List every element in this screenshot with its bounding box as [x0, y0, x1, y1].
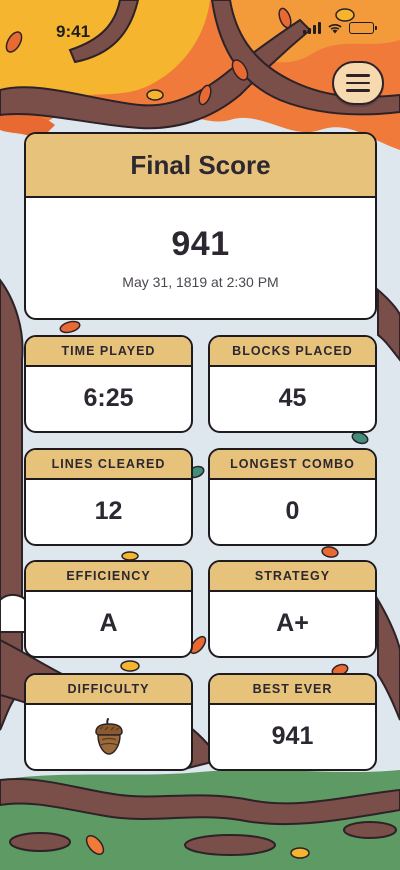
stat-value: 0: [285, 497, 300, 525]
stat-label: EFFICIENCY: [26, 562, 191, 592]
final-score-title: Final Score: [26, 134, 375, 198]
final-score-date: May 31, 1819 at 2:30 PM: [122, 274, 279, 290]
stat-label: BEST EVER: [210, 675, 375, 705]
status-bar: 9:41: [0, 0, 400, 64]
stat-label: LONGEST COMBO: [210, 450, 375, 480]
stat-card-best-ever: BEST EVER 941: [208, 673, 377, 771]
stat-value: A+: [276, 609, 309, 637]
final-score-body: 941 May 31, 1819 at 2:30 PM: [26, 198, 375, 317]
final-score-value: 941: [171, 225, 230, 263]
wifi-icon: [328, 24, 342, 34]
stat-card-difficulty: DIFFICULTY: [24, 673, 193, 771]
final-score-card: Final Score 941 May 31, 1819 at 2:30 PM: [24, 132, 377, 320]
status-icons: [303, 22, 377, 34]
stat-value: 12: [94, 497, 123, 525]
battery-icon: [349, 22, 377, 34]
stat-label: TIME PLAYED: [26, 337, 191, 367]
stat-value: [26, 705, 191, 768]
stat-card-blocks-placed: BLOCKS PLACED 45: [208, 335, 377, 433]
stat-value: A: [99, 609, 118, 637]
stat-card-efficiency: EFFICIENCY A: [24, 560, 193, 658]
hamburger-icon: [346, 74, 370, 92]
stat-card-strategy: STRATEGY A+: [208, 560, 377, 658]
stat-label: LINES CLEARED: [26, 450, 191, 480]
stat-card-time-played: TIME PLAYED 6:25: [24, 335, 193, 433]
status-time: 9:41: [56, 22, 91, 41]
cellular-signal-icon: [303, 22, 321, 34]
stat-label: DIFFICULTY: [26, 675, 191, 705]
stat-label: STRATEGY: [210, 562, 375, 592]
stat-value: 45: [278, 384, 307, 412]
stat-card-lines-cleared: LINES CLEARED 12: [24, 448, 193, 546]
stat-card-longest-combo: LONGEST COMBO 0: [208, 448, 377, 546]
menu-button[interactable]: [332, 61, 384, 105]
stat-value: 6:25: [83, 384, 134, 412]
stat-label: BLOCKS PLACED: [210, 337, 375, 367]
stat-value: 941: [271, 722, 314, 750]
acorn-icon: [94, 717, 123, 755]
